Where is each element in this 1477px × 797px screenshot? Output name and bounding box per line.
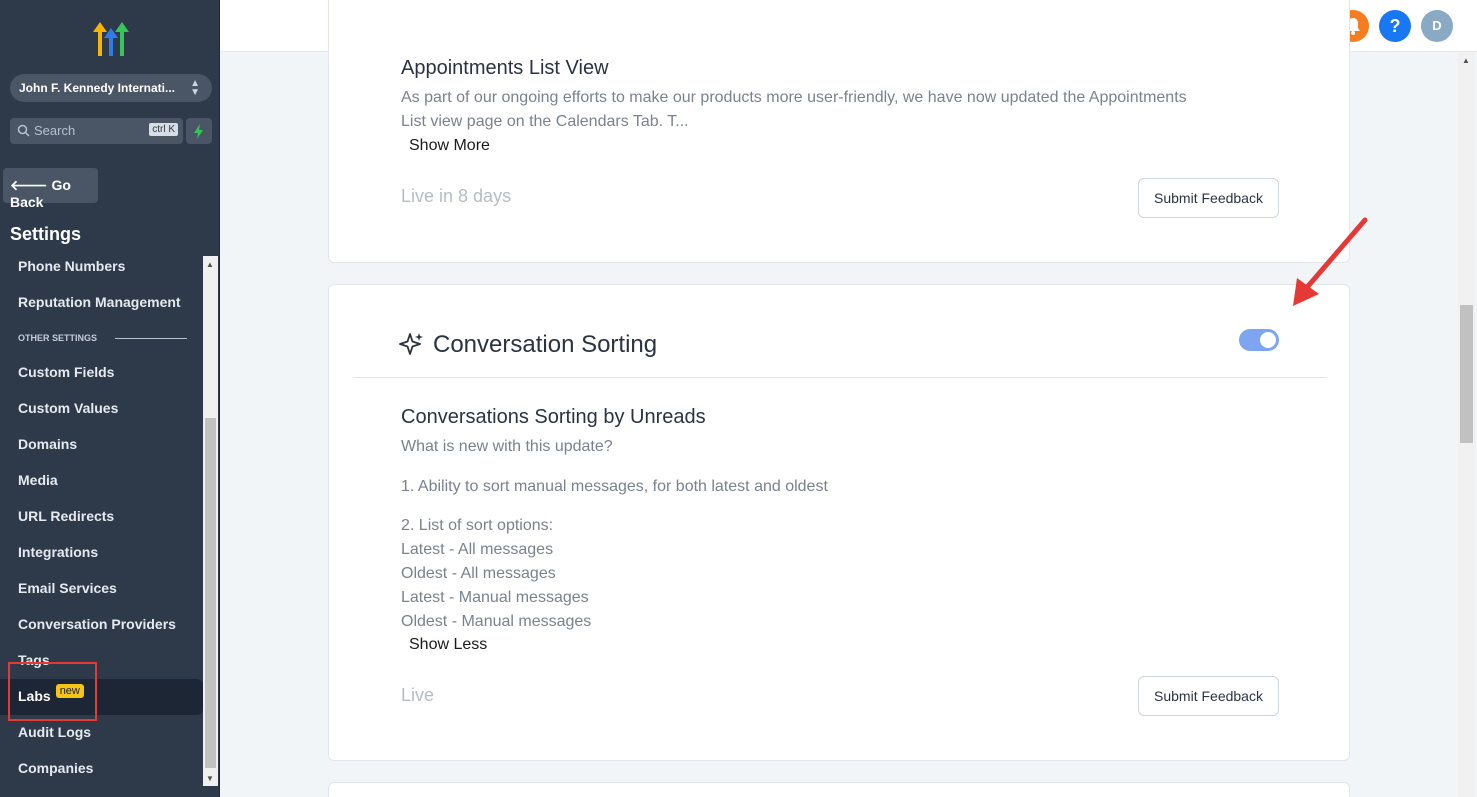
sidebar-item-phone-numbers[interactable]: Phone Numbers [18,258,125,274]
go-back-button[interactable]: 🡐 Go Back [3,168,98,210]
lightning-icon [194,124,203,139]
submit-feedback-button[interactable]: Submit Feedback [1138,676,1279,716]
app-logo[interactable] [90,18,134,58]
main-scrollbar-thumb[interactable] [1460,305,1473,443]
location-name: John F. Kennedy Internati... [19,81,176,95]
feature-card-appointments: Appointments List View As part of our on… [328,0,1350,263]
sort-option: Oldest - Manual messages [401,613,592,630]
search-icon [17,124,30,137]
sort-option: Latest - Manual messages [401,589,589,606]
update-point-2: 2. List of sort options: [401,517,554,534]
sidebar-item-companies[interactable]: Companies [18,760,93,776]
card-title: Conversations Sorting by Unreads [401,406,706,428]
update-intro: What is new with this update? [401,438,613,455]
annotation-highlight-box [8,662,97,721]
sort-option: Latest - All messages [401,541,554,558]
annotation-arrow [1293,217,1368,306]
submit-feedback-button[interactable]: Submit Feedback [1138,178,1279,218]
show-more-link[interactable]: Show More [409,137,490,155]
sidebar-item-media[interactable]: Media [18,472,58,488]
avatar-initial: D [1432,18,1442,33]
sidebar-item-integrations[interactable]: Integrations [18,544,98,560]
update-point-1: 1. Ability to sort manual messages, for … [401,478,828,495]
sidebar-item-domains[interactable]: Domains [18,436,77,452]
status-label: Live in 8 days [401,186,512,206]
sidebar-item-email-services[interactable]: Email Services [18,580,117,596]
feature-card-next [328,782,1350,797]
card-divider [353,377,1327,378]
scroll-down-icon[interactable]: ▼ [206,774,214,783]
sidebar-item-reputation-management[interactable]: Reputation Management [18,294,181,310]
status-label: Live [401,685,435,705]
sidebar-item-audit-logs[interactable]: Audit Logs [18,724,91,740]
help-button[interactable]: ? [1379,10,1411,42]
help-icon: ? [1389,16,1401,36]
sidebar-scrollbar-thumb[interactable] [205,418,216,768]
section-divider [115,338,187,339]
main-scroll-up-icon[interactable]: ▲ [1462,56,1470,65]
sidebar-item-custom-fields[interactable]: Custom Fields [18,364,114,380]
feature-card-conversation-sorting: Conversation Sorting Conversations Sorti… [328,284,1350,761]
quick-action-button[interactable] [186,118,212,144]
toggle-knob [1260,332,1276,348]
card-description-line1: As part of our ongoing efforts to make o… [401,89,1187,106]
sidebar-item-conversation-providers[interactable]: Conversation Providers [18,616,176,632]
search-shortcut: ctrl K [149,123,178,136]
show-less-link[interactable]: Show Less [409,636,487,654]
avatar[interactable]: D [1421,10,1453,42]
sparkle-icon [399,333,423,355]
search-input[interactable]: Search ctrl K [10,118,183,144]
sort-option: Oldest - All messages [401,565,556,582]
arrow-left-icon: 🡐 [10,177,48,193]
scroll-up-icon[interactable]: ▲ [206,260,214,269]
chevron-updown-icon: ▲ ▼ [190,78,200,98]
card-title: Appointments List View [401,57,609,79]
sidebar-item-url-redirects[interactable]: URL Redirects [18,508,114,524]
location-switcher[interactable]: John F. Kennedy Internati... ▲ ▼ [10,74,212,102]
settings-heading: Settings [10,224,82,244]
other-settings-section-label: OTHER SETTINGS [18,333,98,343]
sidebar: John F. Kennedy Internati... ▲ ▼ Search c… [0,0,220,797]
search-placeholder: Search [34,123,76,138]
card-description-line2: List view page on the Calendars Tab. T..… [401,113,689,130]
feature-toggle[interactable] [1239,329,1279,351]
sidebar-item-custom-values[interactable]: Custom Values [18,400,118,416]
feature-name: Conversation Sorting [433,331,658,358]
